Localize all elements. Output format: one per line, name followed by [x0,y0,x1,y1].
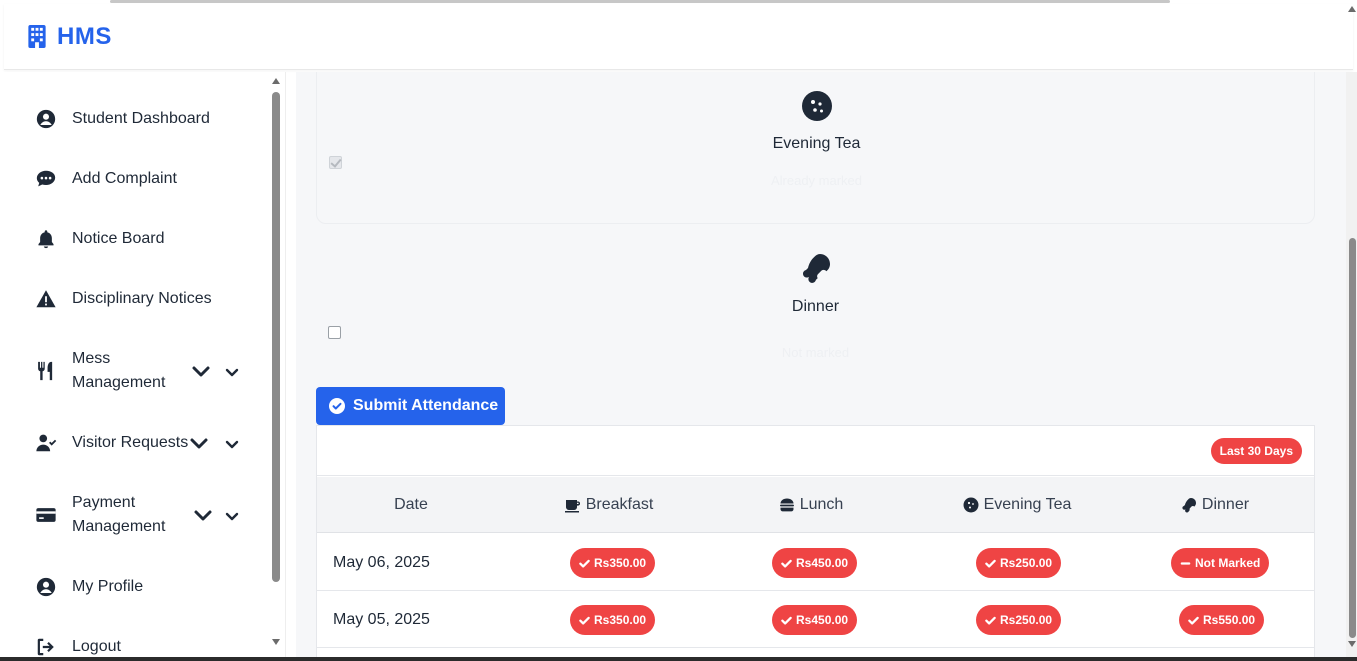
user-circle-icon [34,575,58,599]
utensils-icon [34,359,58,383]
sidebar-item-notice-board[interactable]: Notice Board [4,214,266,264]
chevron-down-icon[interactable] [222,362,242,382]
submit-label: Submit Attendance [353,397,499,414]
column-header-evening-tea: Evening Tea [935,477,1099,533]
table-row: May 06, 2025 Rs350.00 Rs450.00 Rs250.00 … [317,534,1314,591]
warning-triangle-icon [34,287,58,311]
brand-name: HMS [57,22,112,50]
user-circle-icon [34,107,58,131]
meal-name: Evening Tea [772,135,861,152]
check-circle-icon [329,398,345,414]
sidebar-item-label: Logout [72,638,121,655]
check-icon [985,616,996,625]
meal-name: Dinner [791,298,840,315]
drumstick-icon [800,252,832,284]
sidebar-item-disciplinary-notices[interactable]: Disciplinary Notices [4,274,266,324]
evening-tea-status-badge: Rs250.00 [976,548,1062,578]
sidebar-item-student-dashboard[interactable]: Student Dashboard [4,94,266,144]
meal-status: Not marked [781,345,850,360]
sidebar-item-label: Payment Management [72,494,166,535]
evening-tea-status-badge: Rs250.00 [976,605,1062,635]
top-header: HMS [4,4,1353,70]
sidebar-item-label: My Profile [72,578,144,595]
sidebar-scroll-down[interactable] [272,639,280,645]
meal-checkbox[interactable] [329,156,342,169]
meal-checkbox[interactable] [328,326,341,339]
sidebar-item-label: Visitor Requests [72,434,189,451]
bell-icon [34,227,58,251]
page-scroll-up[interactable] [1348,6,1356,12]
cookie-icon [801,90,833,122]
submit-attendance-button[interactable]: Submit Attendance [316,387,505,425]
window-bottom-edge [0,657,1357,661]
column-header-date: Date [394,496,428,513]
lunch-status-badge: Rs450.00 [772,548,858,578]
sidebar-item-payment-management[interactable]: Payment Management [4,490,266,540]
page-scroll-down[interactable] [1348,641,1356,647]
comment-dots-icon [34,167,58,191]
sidebar-item-label: Mess Management [72,350,166,391]
logout-icon [34,635,58,659]
row-date: May 05, 2025 [333,610,430,628]
chevron-down-icon[interactable] [189,433,209,453]
sidebar-item-label: Add Complaint [72,170,177,187]
mug-icon [564,500,580,513]
sidebar-scrollbar[interactable] [272,92,280,582]
sidebar-item-label: Notice Board [72,230,165,247]
column-header-breakfast: Breakfast [539,477,679,533]
chevron-down-icon[interactable] [222,434,242,454]
column-header-dinner: Dinner [1155,477,1275,533]
breakfast-status-badge: Rs350.00 [570,548,656,578]
burger-icon [779,498,794,512]
chevron-down-icon[interactable] [191,361,211,381]
chevron-down-icon[interactable] [193,505,213,525]
minus-icon [1180,561,1191,565]
credit-card-icon [34,503,58,527]
row-date: May 06, 2025 [333,553,430,571]
table-row: May 05, 2025 Rs350.00 Rs450.00 Rs250.00 … [317,591,1314,648]
meal-card-dinner: Dinner Not marked [316,226,1315,386]
main-content: Evening Tea Already marked Dinner Not ma… [296,72,1346,661]
meal-card-evening-tea: Evening Tea Already marked [316,72,1315,224]
sidebar-item-label: Disciplinary Notices [72,290,212,307]
cookie-icon [963,497,979,513]
window-top-edge [110,0,1170,3]
attendance-history-card: Last 30 Days Date Breakfast Lunch Evenin… [316,425,1315,661]
brand-logo[interactable]: HMS [27,23,112,51]
sidebar-item-label: Student Dashboard [72,110,210,127]
sidebar-item-mess-management[interactable]: Mess Management [4,346,266,396]
sidebar-item-my-profile[interactable]: My Profile [4,562,266,612]
dinner-status-badge: Rs550.00 [1179,605,1265,635]
sidebar: Student Dashboard Add Complaint Notice B… [4,72,286,661]
sidebar-item-add-complaint[interactable]: Add Complaint [4,154,266,204]
check-icon [579,559,590,568]
building-icon [28,25,46,48]
column-header-lunch: Lunch [741,477,881,533]
check-icon [985,559,996,568]
chevron-down-icon[interactable] [222,506,242,526]
meal-status: Already marked [770,173,863,188]
check-icon [781,559,792,568]
breakfast-status-badge: Rs350.00 [570,605,656,635]
dinner-status-badge: Not Marked [1171,548,1270,578]
user-check-icon [34,431,58,455]
check-icon [579,616,590,625]
drumstick-icon [1182,498,1196,513]
card-header: Last 30 Days [317,426,1314,476]
date-range-badge: Last 30 Days [1210,438,1302,464]
table-header: Date Breakfast Lunch Evening Tea Dinner [317,477,1314,533]
sidebar-scroll-up[interactable] [272,78,280,84]
check-icon [1188,616,1199,625]
page-scrollbar-thumb[interactable] [1349,238,1356,638]
check-icon [781,616,792,625]
sidebar-item-visitor-requests[interactable]: Visitor Requests [4,418,266,468]
lunch-status-badge: Rs450.00 [772,605,858,635]
sidebar-item-logout[interactable]: Logout [4,622,266,661]
